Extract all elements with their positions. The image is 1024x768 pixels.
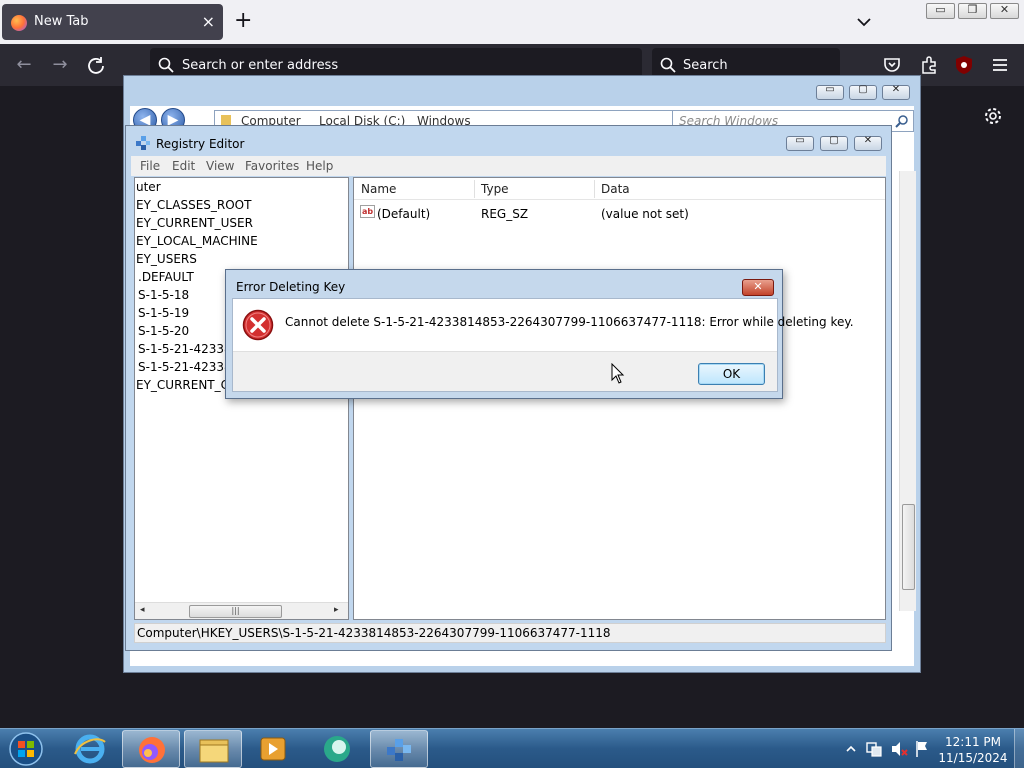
menu-edit[interactable]: Edit [172, 159, 195, 173]
search-icon [895, 115, 908, 128]
tree-node[interactable]: .DEFAULT [138, 270, 194, 284]
registry-icon [136, 136, 150, 150]
menu-bar: File Edit View Favorites Help [131, 156, 886, 176]
pocket-icon[interactable] [881, 54, 903, 76]
taskbar: 12:11 PM 11/15/2024 [0, 728, 1024, 768]
tab-title: New Tab [34, 14, 89, 29]
error-icon [242, 309, 274, 341]
menu-help[interactable]: Help [306, 159, 333, 173]
browser-restore-button[interactable]: ❐ [958, 3, 987, 19]
tree-node[interactable]: EY_CURRENT_CO [136, 378, 238, 392]
scroll-thumb[interactable]: ||| [189, 605, 282, 618]
explorer-maximize-button[interactable]: ▢ [849, 84, 877, 100]
browser-tab-bar: New Tab × + ▭ ❐ ✕ [0, 0, 1024, 44]
volume-muted-icon[interactable] [889, 729, 909, 768]
clock-date: 11/15/2024 [938, 751, 1008, 765]
new-tab-button[interactable]: + [234, 9, 252, 33]
explorer-close-button[interactable]: ✕ [882, 84, 910, 100]
tree-node[interactable]: EY_USERS [136, 252, 197, 266]
chevron-down-icon[interactable] [856, 14, 872, 30]
firefox-taskbar-icon[interactable] [122, 730, 180, 768]
browser-close-button[interactable]: ✕ [990, 3, 1019, 19]
scroll-left-icon[interactable]: ◂ [140, 605, 145, 615]
network-icon[interactable] [864, 729, 884, 768]
browser-tab[interactable]: New Tab × [2, 4, 223, 40]
menu-favorites[interactable]: Favorites [245, 159, 299, 173]
tree-node[interactable]: EY_CLASSES_ROOT [136, 198, 251, 212]
app-icon[interactable] [308, 730, 366, 768]
registry-editor-taskbar-icon[interactable] [370, 730, 428, 768]
regedit-maximize-button[interactable]: ▢ [820, 135, 848, 151]
ublock-icon[interactable] [953, 54, 975, 76]
menu-view[interactable]: View [206, 159, 234, 173]
tree-node[interactable]: S-1-5-18 [138, 288, 189, 302]
error-dialog: Error Deleting Key ✕ Cannot delete S-1-5… [225, 269, 854, 399]
value-data: (value not set) [601, 207, 689, 221]
value-type: REG_SZ [481, 207, 529, 221]
dialog-content: Cannot delete S-1-5-21-4233814853-226430… [232, 298, 854, 392]
tree-node[interactable]: uter [136, 180, 161, 194]
menu-icon[interactable] [989, 54, 1011, 76]
tree-horizontal-scrollbar[interactable]: ◂ ||| ▸ [135, 602, 348, 619]
dialog-close-button[interactable]: ✕ [742, 279, 774, 296]
ok-button[interactable]: OK [698, 363, 765, 385]
dialog-footer: OK [233, 351, 777, 391]
column-header-type[interactable]: Type [481, 182, 509, 196]
browser-minimize-button[interactable]: ▭ [926, 3, 955, 19]
value-name: (Default) [377, 207, 431, 221]
status-bar: Computer\HKEY_USERS\S-1-5-21-4233814853-… [134, 623, 886, 643]
list-header: Name Type Data [354, 178, 885, 200]
search-icon [660, 57, 676, 73]
forward-button[interactable]: → [49, 54, 71, 76]
menu-file[interactable]: File [140, 159, 160, 173]
column-header-name[interactable]: Name [361, 182, 396, 196]
clock-time: 12:11 PM [945, 735, 1001, 749]
extensions-icon[interactable] [918, 54, 940, 76]
tab-close-icon[interactable]: × [202, 12, 215, 31]
scroll-right-icon[interactable]: ▸ [334, 605, 339, 615]
dialog-message: Cannot delete S-1-5-21-4233814853-226430… [285, 315, 854, 329]
search-icon [158, 57, 174, 73]
reload-icon[interactable] [85, 54, 107, 76]
show-hidden-icons-icon[interactable] [844, 729, 858, 768]
regedit-close-button[interactable]: ✕ [854, 135, 882, 151]
dialog-title: Error Deleting Key [236, 280, 346, 294]
tree-node[interactable]: EY_LOCAL_MACHINE [136, 234, 258, 248]
file-explorer-icon[interactable] [184, 730, 242, 768]
status-path: Computer\HKEY_USERS\S-1-5-21-4233814853-… [137, 626, 611, 640]
registry-editor-title: Registry Editor [156, 137, 245, 151]
mouse-cursor-icon [611, 363, 625, 384]
action-center-flag-icon[interactable] [913, 729, 931, 768]
string-value-icon: ab [360, 205, 375, 218]
media-player-icon[interactable] [244, 730, 302, 768]
firefox-icon [11, 15, 27, 31]
explorer-minimize-button[interactable]: ▭ [816, 84, 844, 100]
explorer-vertical-scrollbar[interactable] [899, 171, 916, 611]
show-desktop-button[interactable] [1014, 729, 1024, 768]
tree-node[interactable]: S-1-5-19 [138, 306, 189, 320]
system-clock[interactable]: 12:11 PM 11/15/2024 [936, 734, 1010, 766]
gear-icon[interactable] [982, 105, 1004, 127]
scroll-thumb[interactable] [902, 504, 915, 590]
registry-editor-titlebar: Registry Editor ▭ ▢ ✕ [126, 126, 891, 156]
tree-node[interactable]: S-1-5-20 [138, 324, 189, 338]
internet-explorer-icon[interactable] [61, 730, 119, 768]
start-button-icon[interactable] [6, 731, 46, 767]
tree-node[interactable]: EY_CURRENT_USER [136, 216, 253, 230]
column-header-data[interactable]: Data [601, 182, 630, 196]
regedit-minimize-button[interactable]: ▭ [786, 135, 814, 151]
back-button[interactable]: ← [13, 54, 35, 76]
